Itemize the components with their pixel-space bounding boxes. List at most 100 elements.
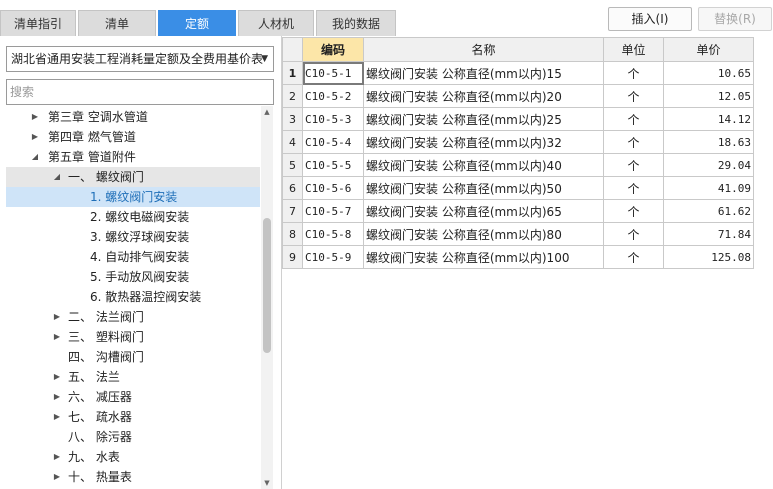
- left-panel: 湖北省通用安装工程消耗量定额及全费用基价表 ▼ ▶ 第三章 空调水管道 ▶ 第四…: [0, 36, 280, 489]
- expand-arrow-icon[interactable]: ▶: [52, 467, 62, 487]
- table-row[interactable]: 4 C10-5-4 螺纹阀门安装 公称直径(mm以内)32 个 18.63: [282, 130, 754, 154]
- row-number: 7: [282, 199, 303, 223]
- column-header-code[interactable]: 编码: [302, 37, 364, 62]
- cell-code[interactable]: C10-5-1: [302, 61, 364, 85]
- cell-name[interactable]: 螺纹阀门安装 公称直径(mm以内)65: [363, 199, 604, 223]
- column-header-price[interactable]: 单价: [663, 37, 754, 62]
- column-header-unit[interactable]: 单位: [603, 37, 664, 62]
- cell-code[interactable]: C10-5-3: [302, 107, 364, 131]
- cell-price[interactable]: 10.65: [663, 61, 754, 85]
- collapse-arrow-icon[interactable]: ◢: [52, 167, 62, 187]
- cell-name[interactable]: 螺纹阀门安装 公称直径(mm以内)25: [363, 107, 604, 131]
- cell-unit[interactable]: 个: [603, 61, 664, 85]
- cell-unit[interactable]: 个: [603, 84, 664, 108]
- tree-node[interactable]: 5. 手动放风阀安装: [6, 267, 260, 287]
- row-number: 8: [282, 222, 303, 246]
- tree-node-label: 6. 散热器温控阀安装: [90, 290, 202, 304]
- cell-code[interactable]: C10-5-6: [302, 176, 364, 200]
- table-row[interactable]: 7 C10-5-7 螺纹阀门安装 公称直径(mm以内)65 个 61.62: [282, 199, 754, 223]
- cell-name[interactable]: 螺纹阀门安装 公称直径(mm以内)20: [363, 84, 604, 108]
- cell-name[interactable]: 螺纹阀门安装 公称直径(mm以内)40: [363, 153, 604, 177]
- replace-button[interactable]: 替换(R): [698, 7, 772, 31]
- tree-node[interactable]: 3. 螺纹浮球阀安装: [6, 227, 260, 247]
- expand-arrow-icon[interactable]: ▶: [52, 367, 62, 387]
- tree-node[interactable]: ▶ 二、 法兰阀门: [6, 307, 260, 327]
- expand-arrow-icon[interactable]: ▶: [52, 327, 62, 347]
- table-row[interactable]: 6 C10-5-6 螺纹阀门安装 公称直径(mm以内)50 个 41.09: [282, 176, 754, 200]
- cell-code[interactable]: C10-5-2: [302, 84, 364, 108]
- chevron-down-icon: ▼: [261, 54, 268, 64]
- cell-price[interactable]: 14.12: [663, 107, 754, 131]
- tree-node[interactable]: 八、 除污器: [6, 427, 260, 447]
- row-number: 3: [282, 107, 303, 131]
- column-header-name[interactable]: 名称: [363, 37, 604, 62]
- tree-node[interactable]: ◢ 第五章 管道附件: [6, 147, 260, 167]
- tree-node-label: 八、 除污器: [68, 430, 132, 444]
- cell-code[interactable]: C10-5-4: [302, 130, 364, 154]
- tab-bill-guide[interactable]: 清单指引: [0, 10, 76, 36]
- expand-arrow-icon[interactable]: ▶: [52, 307, 62, 327]
- tree-node[interactable]: 6. 散热器温控阀安装: [6, 287, 260, 307]
- tree-node[interactable]: ▶ 六、 减压器: [6, 387, 260, 407]
- tab-quota[interactable]: 定额: [158, 10, 236, 36]
- expand-arrow-icon[interactable]: ▶: [30, 127, 40, 147]
- expand-arrow-icon[interactable]: ▶: [30, 107, 40, 127]
- cell-unit[interactable]: 个: [603, 130, 664, 154]
- tree-node[interactable]: 四、 沟槽阀门: [6, 347, 260, 367]
- cell-name[interactable]: 螺纹阀门安装 公称直径(mm以内)50: [363, 176, 604, 200]
- collapse-arrow-icon[interactable]: ◢: [30, 147, 40, 167]
- cell-unit[interactable]: 个: [603, 107, 664, 131]
- tree-node[interactable]: ▶ 第四章 燃气管道: [6, 127, 260, 147]
- tree-node-label: 九、 水表: [68, 450, 120, 464]
- tree-node[interactable]: ▶ 五、 法兰: [6, 367, 260, 387]
- search-input[interactable]: [6, 79, 274, 105]
- expand-arrow-icon[interactable]: ▶: [52, 447, 62, 467]
- tree-node[interactable]: 2. 螺纹电磁阀安装: [6, 207, 260, 227]
- cell-price[interactable]: 12.05: [663, 84, 754, 108]
- cell-price[interactable]: 125.08: [663, 245, 754, 269]
- cell-unit[interactable]: 个: [603, 153, 664, 177]
- table-row[interactable]: 3 C10-5-3 螺纹阀门安装 公称直径(mm以内)25 个 14.12: [282, 107, 754, 131]
- cell-name[interactable]: 螺纹阀门安装 公称直径(mm以内)80: [363, 222, 604, 246]
- table-row[interactable]: 1 C10-5-1 螺纹阀门安装 公称直径(mm以内)15 个 10.65: [282, 61, 754, 85]
- tree-scrollbar[interactable]: ▲ ▼: [261, 106, 273, 489]
- table-row[interactable]: 9 C10-5-9 螺纹阀门安装 公称直径(mm以内)100 个 125.08: [282, 245, 754, 269]
- tab-bill[interactable]: 清单: [78, 10, 156, 36]
- insert-button[interactable]: 插入(I): [608, 7, 692, 31]
- cell-unit[interactable]: 个: [603, 176, 664, 200]
- tree-node[interactable]: ▶ 七、 疏水器: [6, 407, 260, 427]
- tree-node-selected[interactable]: 1. 螺纹阀门安装: [6, 187, 260, 207]
- expand-arrow-icon[interactable]: ▶: [52, 387, 62, 407]
- cell-price[interactable]: 18.63: [663, 130, 754, 154]
- cell-unit[interactable]: 个: [603, 199, 664, 223]
- cell-unit[interactable]: 个: [603, 222, 664, 246]
- cell-unit[interactable]: 个: [603, 245, 664, 269]
- cell-name[interactable]: 螺纹阀门安装 公称直径(mm以内)15: [363, 61, 604, 85]
- expand-arrow-icon[interactable]: ▶: [52, 407, 62, 427]
- library-select[interactable]: 湖北省通用安装工程消耗量定额及全费用基价表 ▼: [6, 46, 274, 72]
- tree-node[interactable]: ▶ 十、 热量表: [6, 467, 260, 487]
- tab-labor-material-machine[interactable]: 人材机: [238, 10, 314, 36]
- cell-price[interactable]: 71.84: [663, 222, 754, 246]
- table-row[interactable]: 5 C10-5-5 螺纹阀门安装 公称直径(mm以内)40 个 29.04: [282, 153, 754, 177]
- scrollbar-thumb[interactable]: [263, 218, 271, 353]
- table-row[interactable]: 8 C10-5-8 螺纹阀门安装 公称直径(mm以内)80 个 71.84: [282, 222, 754, 246]
- tab-my-data[interactable]: 我的数据: [316, 10, 396, 36]
- cell-code[interactable]: C10-5-8: [302, 222, 364, 246]
- tree-node[interactable]: ▶ 第三章 空调水管道: [6, 107, 260, 127]
- cell-price[interactable]: 61.62: [663, 199, 754, 223]
- cell-price[interactable]: 41.09: [663, 176, 754, 200]
- cell-name[interactable]: 螺纹阀门安装 公称直径(mm以内)100: [363, 245, 604, 269]
- tree-node[interactable]: ▶ 九、 水表: [6, 447, 260, 467]
- cell-code[interactable]: C10-5-7: [302, 199, 364, 223]
- table-row[interactable]: 2 C10-5-2 螺纹阀门安装 公称直径(mm以内)20 个 12.05: [282, 84, 754, 108]
- cell-code[interactable]: C10-5-5: [302, 153, 364, 177]
- cell-code[interactable]: C10-5-9: [302, 245, 364, 269]
- tree-node[interactable]: ▶ 三、 塑料阀门: [6, 327, 260, 347]
- tree-node[interactable]: 4. 自动排气阀安装: [6, 247, 260, 267]
- scroll-down-icon[interactable]: ▼: [261, 477, 273, 489]
- cell-name[interactable]: 螺纹阀门安装 公称直径(mm以内)32: [363, 130, 604, 154]
- scroll-up-icon[interactable]: ▲: [261, 106, 273, 118]
- tree-node[interactable]: ◢ 一、 螺纹阀门: [6, 167, 260, 187]
- cell-price[interactable]: 29.04: [663, 153, 754, 177]
